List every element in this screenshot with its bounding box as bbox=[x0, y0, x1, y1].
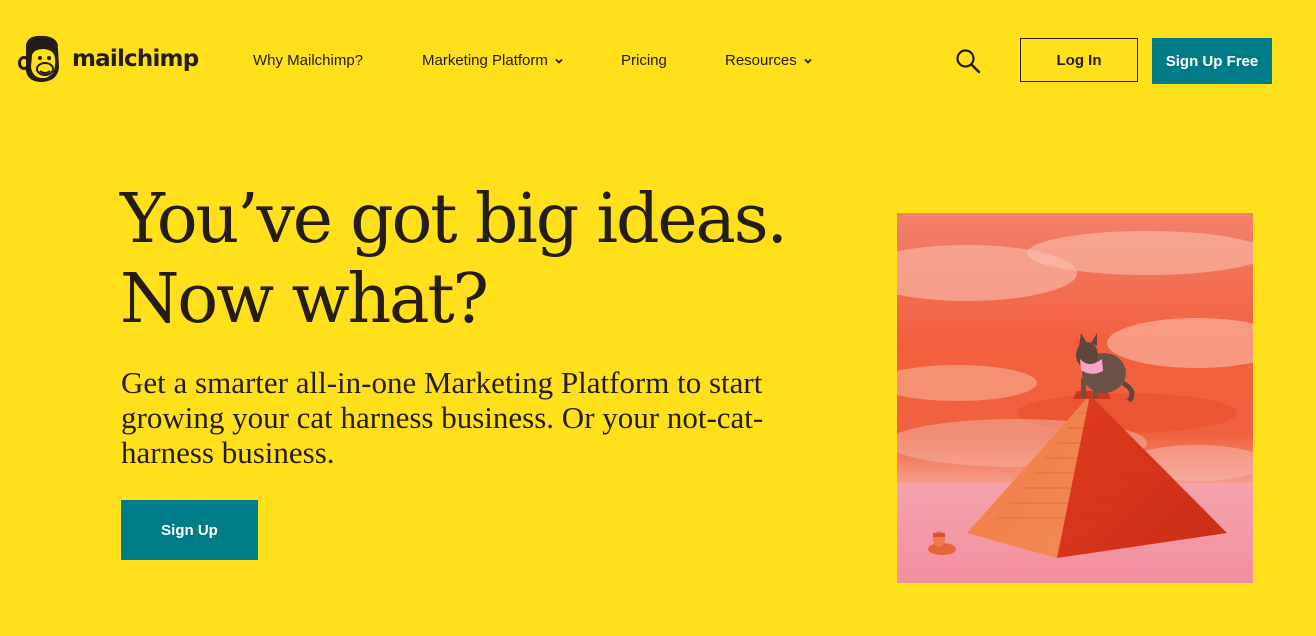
freddie-monkey-icon bbox=[18, 35, 59, 82]
nav-resources-label: Resources bbox=[725, 52, 797, 69]
nav-why-mailchimp[interactable]: Why Mailchimp? bbox=[253, 52, 363, 69]
login-button-label: Log In bbox=[1056, 51, 1102, 69]
chevron-down-icon bbox=[804, 58, 812, 64]
hero-subtitle: Get a smarter all-in-one Marketing Platf… bbox=[121, 365, 764, 470]
signup-free-button[interactable]: Sign Up Free bbox=[1152, 38, 1272, 84]
signup-button[interactable]: Sign Up bbox=[121, 500, 258, 560]
logo-wordmark: mailchimp bbox=[72, 46, 199, 72]
login-button[interactable]: Log In bbox=[1020, 38, 1138, 82]
nav-marketing-platform[interactable]: Marketing Platform bbox=[422, 52, 564, 69]
signup-free-button-label: Sign Up Free bbox=[1165, 52, 1259, 70]
search-button[interactable] bbox=[954, 47, 982, 75]
nav-pricing[interactable]: Pricing bbox=[621, 52, 667, 69]
nav-marketing-platform-label: Marketing Platform bbox=[422, 52, 548, 69]
cat-on-pyramid-illustration bbox=[897, 213, 1253, 583]
hero-image bbox=[897, 213, 1253, 583]
signup-button-label: Sign Up bbox=[161, 521, 218, 539]
chevron-down-icon bbox=[555, 58, 563, 64]
hero-title: You’ve got big ideas. Now what? bbox=[120, 180, 788, 339]
nav-why-mailchimp-label: Why Mailchimp? bbox=[253, 52, 364, 69]
nav-resources[interactable]: Resources bbox=[725, 52, 813, 69]
site-header: mailchimp Why Mailchimp? Marketing Platf… bbox=[0, 0, 1316, 120]
nav-pricing-label: Pricing bbox=[621, 52, 667, 69]
search-icon bbox=[956, 49, 981, 74]
mailchimp-logo[interactable]: mailchimp bbox=[16, 33, 199, 85]
